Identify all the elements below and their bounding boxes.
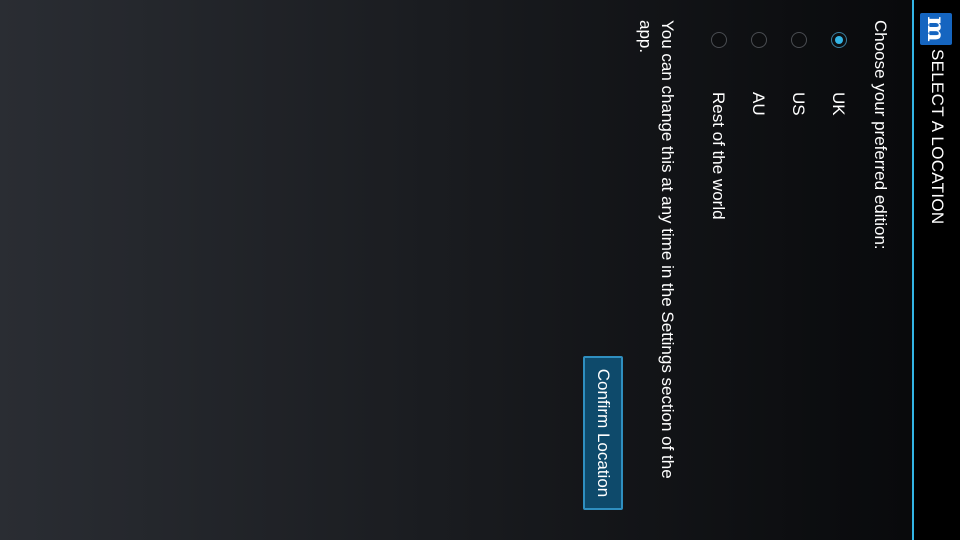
logo-letter: m [922, 16, 951, 42]
settings-note: You can change this at any time in the S… [636, 20, 677, 479]
option-au[interactable]: AU [738, 0, 778, 540]
screen: m SELECT A LOCATION Choose your preferre… [0, 0, 960, 540]
radio-icon[interactable] [751, 32, 767, 48]
page-title: SELECT A LOCATION [928, 49, 947, 225]
option-rest-of-world[interactable]: Rest of the world [698, 0, 738, 540]
option-label-rest-of-world: Rest of the world [709, 92, 728, 220]
option-label-us: US [789, 92, 808, 116]
rotated-content: m SELECT A LOCATION Choose your preferre… [0, 0, 960, 540]
radio-icon[interactable] [791, 32, 807, 48]
radio-selected-icon[interactable] [831, 32, 847, 48]
app-logo-icon: m [920, 13, 952, 45]
option-uk[interactable]: UK [818, 0, 858, 540]
title-bar: m SELECT A LOCATION [912, 0, 960, 540]
option-label-au: AU [749, 92, 768, 116]
option-us[interactable]: US [778, 0, 818, 540]
confirm-location-button[interactable]: Confirm Location [583, 356, 623, 510]
edition-options: UK US AU Rest of the world [698, 0, 858, 540]
edition-prompt: Choose your preferred edition: [871, 20, 890, 250]
option-label-uk: UK [829, 92, 848, 116]
radio-icon[interactable] [711, 32, 727, 48]
